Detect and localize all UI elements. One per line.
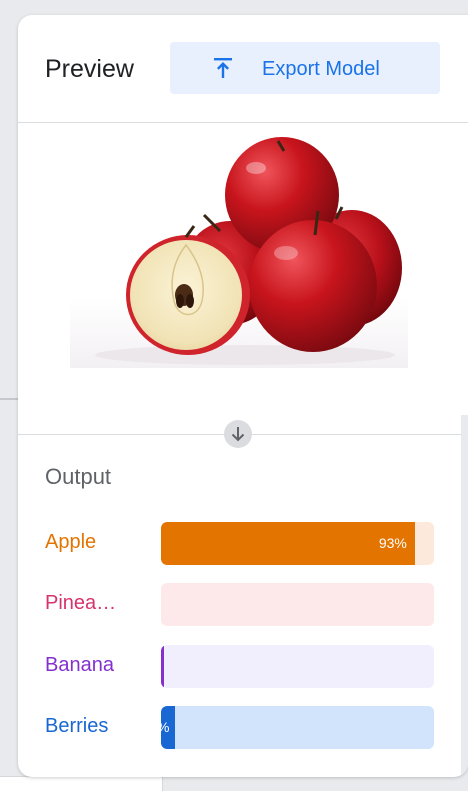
output-row: Banana — [18, 645, 468, 689]
confidence-percent: 93% — [378, 535, 407, 551]
upload-icon — [214, 58, 232, 78]
class-label: Banana — [45, 654, 114, 676]
arrow-down-icon — [224, 420, 252, 448]
class-label: Berries — [45, 715, 109, 737]
background-panel — [0, 776, 163, 791]
output-row: Berries% — [18, 706, 468, 750]
confidence-bar: % — [161, 706, 434, 749]
preview-header: Preview Export Model — [18, 15, 468, 123]
class-label: Pinea… — [45, 592, 117, 614]
confidence-bar: 93% — [161, 522, 434, 565]
background-divider — [0, 398, 18, 400]
apple-photo — [95, 137, 402, 365]
confidence-fill — [161, 522, 415, 565]
page-title: Preview — [45, 55, 134, 83]
export-model-button[interactable]: Export Model — [170, 42, 440, 94]
confidence-bar — [161, 583, 434, 626]
confidence-fill — [161, 645, 164, 688]
preview-card: Preview Export Model Output Apple 93% Pi… — [18, 15, 468, 777]
output-row: Apple 93% — [18, 522, 468, 566]
output-row: Pinea… — [18, 583, 468, 627]
confidence-bar — [161, 645, 434, 688]
preview-image — [70, 123, 408, 368]
class-label: Apple — [45, 531, 97, 553]
output-title: Output — [45, 464, 112, 489]
scrollbar[interactable] — [461, 415, 468, 775]
confidence-percent: % — [161, 719, 169, 735]
export-model-label: Export Model — [262, 58, 380, 80]
